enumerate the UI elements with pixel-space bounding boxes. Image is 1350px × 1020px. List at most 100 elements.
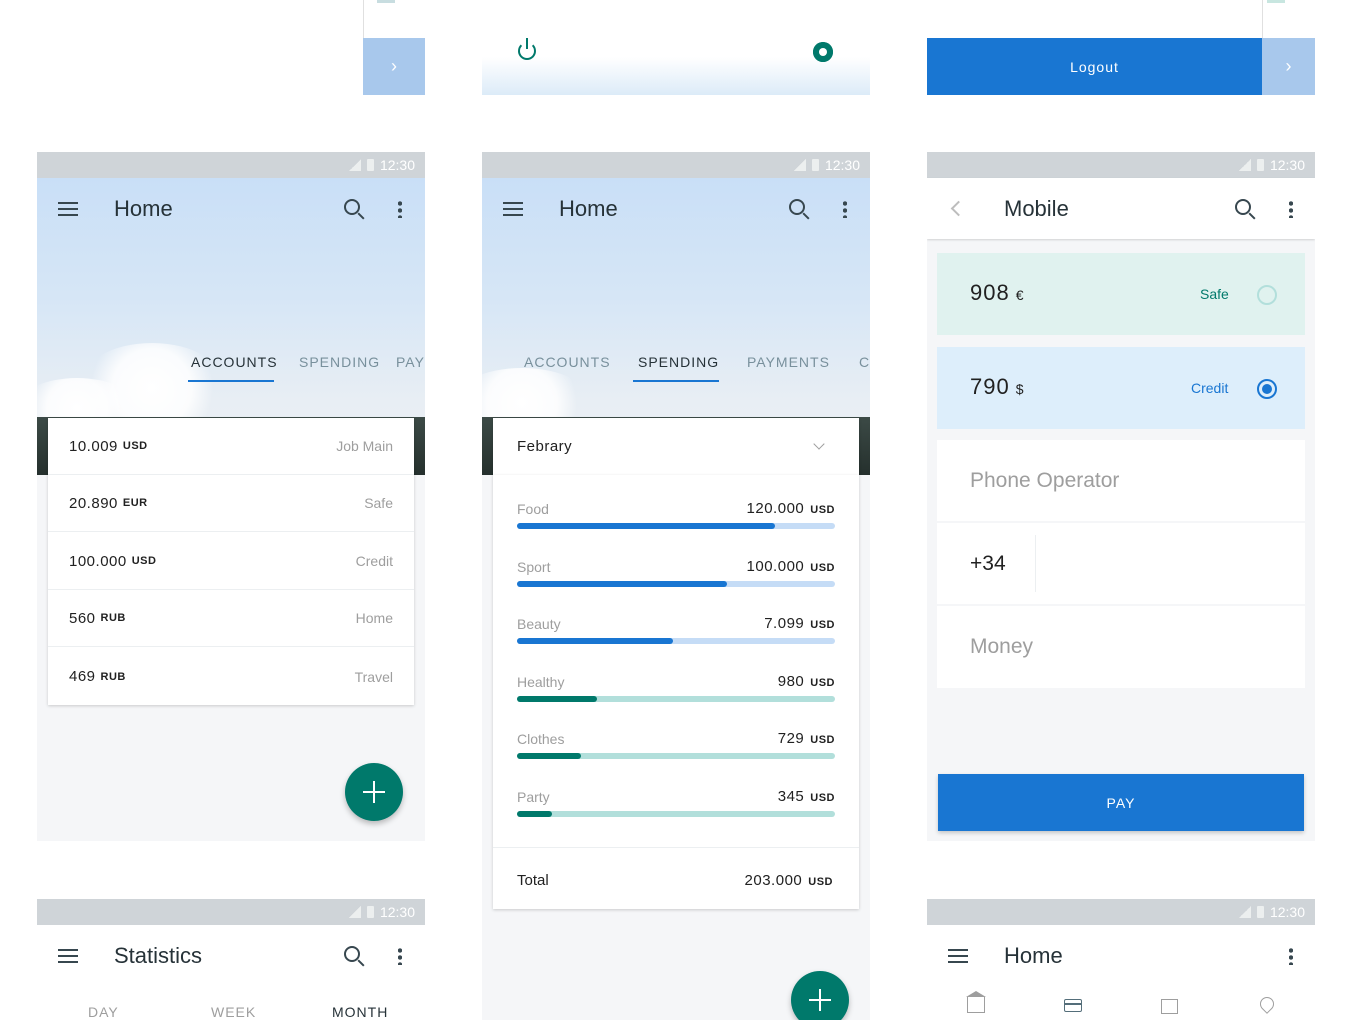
add-fab-button[interactable] [791,971,849,1020]
category-value: 7.099 USD [764,615,835,632]
page-title: Mobile [1004,196,1069,221]
signal-icon [348,906,361,918]
category-value: 120.000 USD [746,500,835,517]
spending-list: Food 120.000 USD Sport 100.000 USD Beauty 7.099… [493,475,859,909]
menu-icon[interactable] [503,202,523,216]
month-select[interactable]: Febrary [493,418,859,475]
spending-row[interactable]: Clothes 729 USD [517,725,835,783]
menu-icon[interactable] [58,949,78,963]
month-value: Febrary [517,438,573,455]
tab-indicator [188,380,274,382]
page-title: Home [1004,943,1063,968]
mobile-payment-screen: 12:30 Mobile 908 € Safe 790 $ Credit Phone… [927,152,1315,841]
tab-pay[interactable]: PAY [396,354,425,370]
top-middle-fragment [482,0,870,95]
search-icon[interactable] [789,199,805,215]
phone-operator-field[interactable]: Phone Operator [937,440,1305,521]
tab-month[interactable]: MONTH [332,1004,388,1020]
progress-fill [517,638,673,644]
top-left-fragment: › [363,0,425,95]
spending-row[interactable]: Party 345 USD [517,783,835,841]
settings-icon[interactable] [813,42,833,62]
progress-fill [517,580,727,587]
account-row[interactable]: 469 RUB Travel [48,648,414,705]
statistics-screen: 12:30 Statistics DAY WEEK MONTH [37,899,425,1020]
more-options-icon[interactable] [843,200,847,218]
tab-accounts[interactable]: ACCOUNTS [524,354,611,370]
spending-row[interactable]: Beauty 7.099 USD [517,610,835,668]
page-title: Home [114,196,173,221]
account-row[interactable]: 100.000 USD Credit [48,533,414,590]
tab-day[interactable]: DAY [88,1004,119,1020]
menu-icon[interactable] [58,202,78,216]
top-right-fragment: Logout › [927,0,1315,95]
more-options-icon[interactable] [398,200,402,218]
bank-icon[interactable] [966,991,986,1013]
more-options-icon[interactable] [1289,947,1293,965]
battery-icon [811,159,819,171]
money-field[interactable]: Money [937,606,1305,688]
phone-prefix: +34 [970,551,1006,575]
spending-row[interactable]: Healthy 980 USD [517,668,835,726]
tab-week[interactable]: WEEK [211,1004,256,1020]
search-icon[interactable] [344,199,360,215]
progress-fill [517,753,581,759]
radio-button-selected[interactable] [1257,379,1277,399]
tab-indicator [633,380,719,382]
status-bar: 12:30 [927,899,1315,925]
card-icon[interactable] [1064,999,1082,1012]
progress-track [517,753,835,759]
account-amount: 790 $ [970,374,1025,399]
menu-icon[interactable] [948,949,968,963]
category-name: Healthy [517,673,565,690]
tab-accounts[interactable]: ACCOUNTS [191,354,278,370]
status-bar: 12:30 [37,152,425,178]
account-label: Credit [1191,380,1229,396]
next-chevron-button[interactable]: › [363,38,425,95]
account-row[interactable]: 10.009 USD Job Main [48,418,414,475]
account-option-safe[interactable]: 908 € Safe [937,253,1305,335]
location-icon[interactable] [1257,994,1277,1014]
category-name: Clothes [517,731,565,747]
battery-icon [366,159,374,171]
radio-button[interactable] [1257,285,1277,305]
search-icon[interactable] [344,946,360,962]
category-value: 729 USD [777,730,835,747]
tab-more[interactable]: C [859,354,870,370]
accounts-screen: 12:30 Home ACCOUNTS SPENDING PAY 10.009 U… [37,152,425,841]
status-bar: 12:30 [927,152,1315,178]
more-options-icon[interactable] [1289,200,1293,218]
add-fab-button[interactable] [345,763,403,821]
account-row[interactable]: 20.890 EUR Safe [48,475,414,532]
home-nav-screen: 12:30 Home [927,899,1315,1020]
battery-icon [1256,159,1264,171]
spending-row[interactable]: Sport 100.000 USD [517,553,835,611]
phone-number-field[interactable]: +34 [937,523,1305,604]
tab-spending[interactable]: SPENDING [299,354,380,370]
progress-track [517,523,835,529]
progress-fill [517,810,552,817]
bag-icon[interactable] [1161,999,1178,1014]
category-value: 345 USD [777,787,835,805]
chevron-down-icon [813,438,825,450]
spending-row[interactable]: Food 120.000 USD [517,495,835,553]
status-time: 12:30 [1269,904,1305,920]
account-row[interactable]: 560 RUB Home [48,590,414,647]
battery-icon [1256,906,1264,918]
category-name: Food [517,501,549,517]
signal-icon [348,159,361,171]
logout-button[interactable]: Logout [927,38,1262,95]
pay-button[interactable]: PAY [938,774,1304,831]
status-bar: 12:30 [482,152,870,178]
total-label: Total [517,872,549,889]
category-value: 100.000 USD [746,557,835,575]
progress-track [517,695,835,702]
tab-spending[interactable]: SPENDING [638,354,719,370]
tab-bar: ACCOUNTS SPENDING PAY [37,350,425,386]
tab-payments[interactable]: PAYMENTS [747,354,830,370]
more-options-icon[interactable] [398,947,402,965]
account-option-credit[interactable]: 790 $ Credit [937,347,1305,429]
next-chevron-button[interactable]: › [1262,38,1315,95]
search-icon[interactable] [1235,199,1251,215]
battery-icon [366,906,374,918]
